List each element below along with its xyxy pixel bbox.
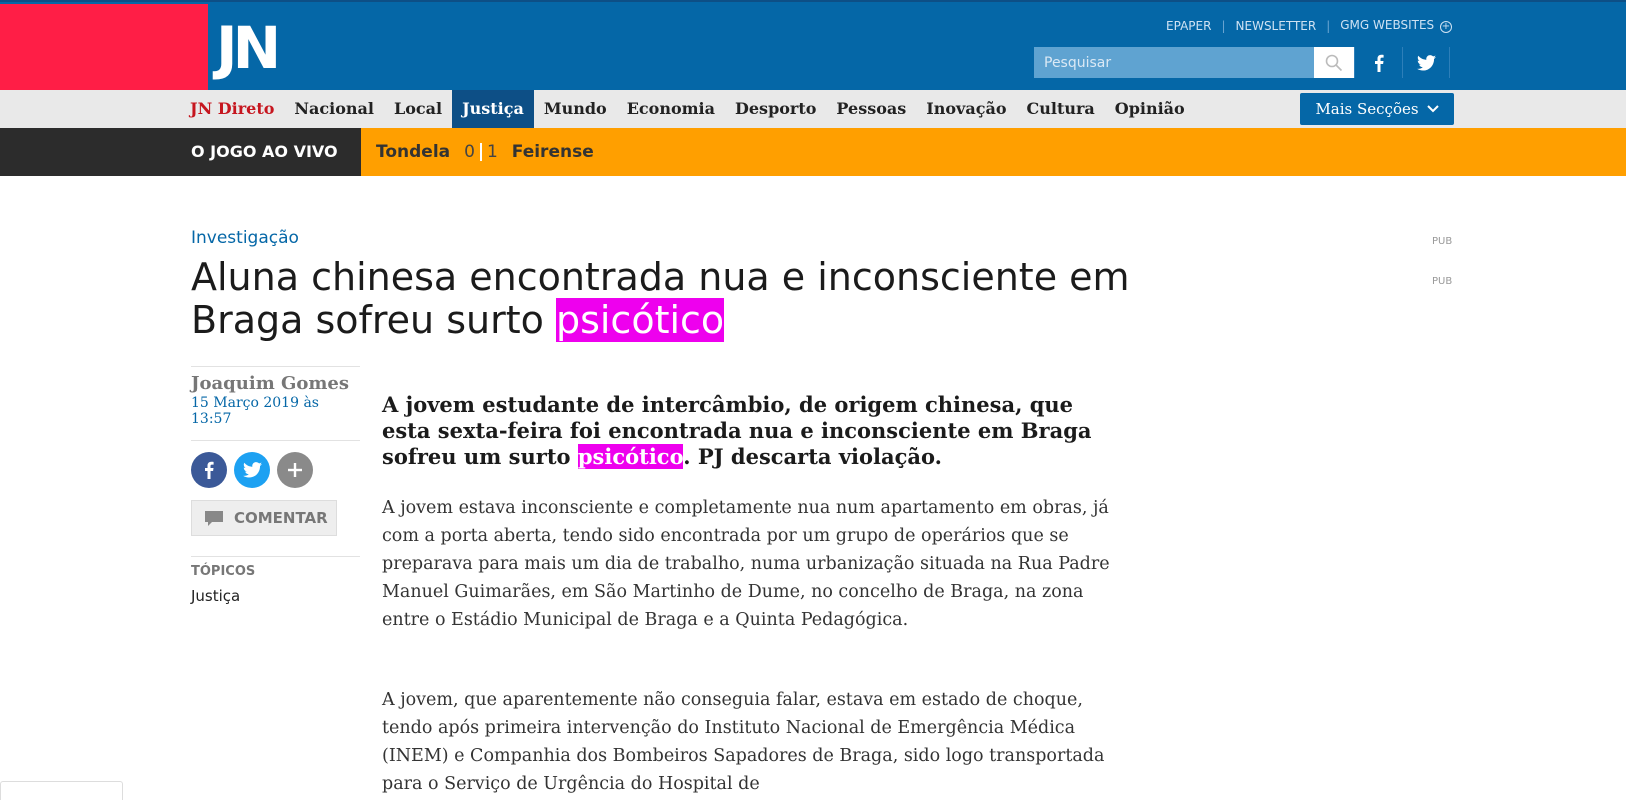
- nav-item-opiniao[interactable]: Opinião: [1105, 90, 1195, 128]
- share-more-button[interactable]: [277, 452, 313, 488]
- search-button[interactable]: [1314, 47, 1354, 78]
- top-links: EPAPER | NEWSLETTER | GMG WEBSITES +: [1166, 18, 1452, 33]
- topic-link[interactable]: Justiça: [191, 587, 240, 605]
- live-label[interactable]: O JOGO AO VIVO: [0, 128, 361, 176]
- more-sections-button[interactable]: Mais Secções: [1300, 93, 1454, 125]
- nav-item-cultura[interactable]: Cultura: [1017, 90, 1105, 128]
- away-team: Feirense: [511, 142, 594, 162]
- ad-label: PUB: [1432, 236, 1453, 247]
- article-lead: A jovem estudante de intercâmbio, de ori…: [382, 392, 1092, 469]
- topics-heading: TÓPICOS: [191, 564, 256, 579]
- score-divider: [479, 143, 482, 161]
- plus-circle-icon: +: [1440, 21, 1452, 33]
- divider: [191, 366, 360, 367]
- more-sections-label: Mais Secções: [1315, 100, 1419, 118]
- match-score: 0 1: [464, 142, 498, 162]
- article-meta-sidebar: Joaquim Gomes 15 Março 2019 às 13:57 COM…: [191, 366, 360, 605]
- nav-item-nacional[interactable]: Nacional: [284, 90, 384, 128]
- main-nav: JN Direto Nacional Local Justiça Mundo E…: [180, 90, 1195, 128]
- publish-date: 15 Março 2019 às 13:57: [191, 395, 319, 427]
- nav-item-inovacao[interactable]: Inovação: [916, 90, 1016, 128]
- article-paragraph: A jovem, que aparentemente não conseguia…: [382, 690, 1105, 794]
- chevron-down-icon: [1426, 105, 1439, 113]
- away-score: 1: [486, 142, 498, 162]
- main-nav-bar: JN Direto Nacional Local Justiça Mundo E…: [0, 90, 1626, 128]
- comment-icon: [205, 510, 223, 526]
- article-paragraph: A jovem estava inconsciente e completame…: [382, 498, 1110, 630]
- nav-item-local[interactable]: Local: [384, 90, 452, 128]
- nav-item-jn-direto[interactable]: JN Direto: [180, 90, 284, 128]
- nav-item-justica[interactable]: Justiça: [452, 90, 534, 128]
- twitter-icon: [1416, 54, 1436, 71]
- nav-item-pessoas[interactable]: Pessoas: [826, 90, 916, 128]
- article-section-link[interactable]: Investigação: [191, 228, 299, 248]
- brand-color-block: [0, 4, 208, 92]
- nav-item-desporto[interactable]: Desporto: [725, 90, 826, 128]
- gmg-websites-link[interactable]: GMG WEBSITES +: [1340, 18, 1452, 33]
- article-title: Aluna chinesa encontrada nua e inconscie…: [191, 255, 1130, 342]
- share-buttons: [191, 452, 360, 488]
- live-game-bar: O JOGO AO VIVO Tondela 0 1 Feirense: [0, 128, 1626, 176]
- nav-item-mundo[interactable]: Mundo: [534, 90, 617, 128]
- highlighted-term: psicótico: [555, 298, 725, 342]
- home-team: Tondela: [376, 142, 451, 162]
- facebook-icon: [205, 461, 214, 479]
- comment-label: COMENTAR: [234, 509, 328, 527]
- twitter-header-link[interactable]: [1402, 47, 1450, 78]
- newsletter-link[interactable]: NEWSLETTER: [1236, 19, 1317, 33]
- comment-button[interactable]: COMENTAR: [191, 500, 337, 536]
- facebook-header-link[interactable]: [1354, 47, 1402, 78]
- divider: [191, 440, 360, 441]
- author-name[interactable]: Joaquim Gomes: [191, 374, 360, 394]
- facebook-icon: [1374, 54, 1384, 72]
- bottom-left-tab[interactable]: [0, 781, 123, 800]
- twitter-icon: [242, 462, 262, 478]
- plus-icon: [288, 463, 302, 477]
- home-score: 0: [464, 142, 475, 162]
- site-header: JN EPAPER | NEWSLETTER | GMG WEBSITES +: [0, 0, 1626, 92]
- search-icon: [1325, 54, 1343, 71]
- epaper-link[interactable]: EPAPER: [1166, 19, 1211, 33]
- ad-label: PUB: [1432, 276, 1453, 287]
- share-twitter-button[interactable]: [234, 452, 270, 488]
- share-facebook-button[interactable]: [191, 452, 227, 488]
- live-match[interactable]: Tondela 0 1 Feirense: [376, 128, 594, 176]
- search-input[interactable]: [1034, 47, 1314, 78]
- highlighted-term: psicótico: [577, 444, 684, 469]
- site-logo[interactable]: JN: [208, 4, 298, 92]
- divider: [191, 556, 360, 557]
- nav-item-economia[interactable]: Economia: [617, 90, 725, 128]
